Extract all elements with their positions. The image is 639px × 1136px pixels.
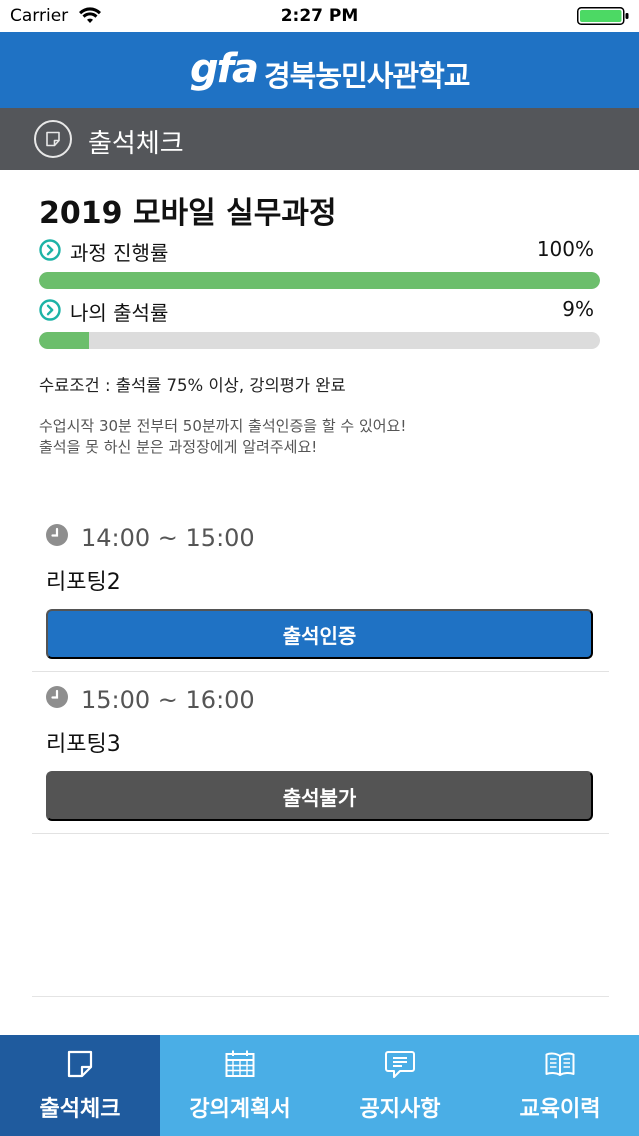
school-logo: gfa 경북농민사관학교 bbox=[190, 42, 470, 98]
tab-label: 교육이력 bbox=[519, 1097, 601, 1122]
clock-icon bbox=[46, 524, 68, 546]
tab-label: 공지사항 bbox=[359, 1097, 441, 1122]
brand-header: gfa 경북농민사관학교 bbox=[0, 32, 639, 108]
course-progress-value: 100% bbox=[536, 237, 594, 261]
open-book-icon bbox=[545, 1052, 575, 1076]
title-bar: 출석체크 bbox=[0, 108, 639, 170]
chevron-circle-icon bbox=[39, 299, 61, 321]
status-time: 2:27 PM bbox=[280, 6, 359, 26]
attendance-unavailable-button: 출석불가 bbox=[46, 771, 593, 821]
note-icon bbox=[34, 120, 72, 158]
session-item: 15:00 ~ 16:00 리포팅3 출석불가 bbox=[32, 672, 609, 834]
speech-bubble-icon bbox=[385, 1051, 415, 1078]
course-progress-fill bbox=[39, 272, 600, 289]
tab-label: 출석체크 bbox=[39, 1097, 121, 1122]
session-time: 15:00 ~ 16:00 bbox=[81, 686, 255, 714]
attendance-rate-value: 9% bbox=[562, 297, 594, 321]
session-time: 14:00 ~ 15:00 bbox=[81, 524, 255, 552]
course-progress-row: 과정 진행률 100% bbox=[39, 236, 600, 265]
tab-attendance-check[interactable]: 출석체크 bbox=[0, 1035, 160, 1136]
status-bar: Carrier 2:27 PM bbox=[0, 0, 639, 32]
session-name: 리포팅2 bbox=[46, 570, 121, 595]
tab-education-history[interactable]: 교육이력 bbox=[480, 1035, 639, 1136]
attendance-notice: 수업시작 30분 전부터 50분까지 출석인증을 할 수 있어요! 출석을 못 … bbox=[39, 416, 406, 458]
notice-line: 출석을 못 하신 분은 과정장에게 알려주세요! bbox=[39, 438, 318, 456]
attendance-rate-label: 나의 출석률 bbox=[70, 301, 169, 325]
clock-icon bbox=[46, 686, 68, 708]
course-title: 2019 모바일 실무과정 bbox=[39, 196, 337, 231]
notice-line: 수업시작 30분 전부터 50분까지 출석인증을 할 수 있어요! bbox=[39, 417, 407, 435]
tab-label: 강의계획서 bbox=[189, 1097, 291, 1122]
attendance-rate-bar bbox=[39, 332, 600, 349]
completion-condition: 수료조건 : 출석률 75% 이상, 강의평가 완료 bbox=[39, 376, 346, 395]
tab-notices[interactable]: 공지사항 bbox=[320, 1035, 480, 1136]
note-icon bbox=[67, 1050, 93, 1078]
calendar-icon bbox=[225, 1050, 255, 1077]
session-name: 리포팅3 bbox=[46, 732, 121, 757]
verify-attendance-button[interactable]: 출석인증 bbox=[46, 609, 593, 659]
list-divider bbox=[32, 996, 609, 997]
chevron-circle-icon bbox=[39, 239, 61, 261]
school-name: 경북농민사관학교 bbox=[264, 59, 470, 93]
attendance-rate-row: 나의 출석률 9% bbox=[39, 296, 600, 325]
course-progress-bar bbox=[39, 272, 600, 289]
page-title: 출석체크 bbox=[88, 129, 184, 159]
tab-bar: 출석체크 강의계획서 공지사항 교육이력 bbox=[0, 1035, 639, 1136]
gfa-logo-mark: gfa bbox=[190, 46, 259, 92]
svg-text:gfa: gfa bbox=[190, 46, 257, 92]
attendance-rate-fill bbox=[39, 332, 90, 349]
course-progress-label: 과정 진행률 bbox=[70, 241, 169, 265]
tab-syllabus[interactable]: 강의계획서 bbox=[160, 1035, 320, 1136]
battery-icon bbox=[577, 7, 629, 25]
session-item: 14:00 ~ 15:00 리포팅2 출석인증 bbox=[32, 510, 609, 672]
